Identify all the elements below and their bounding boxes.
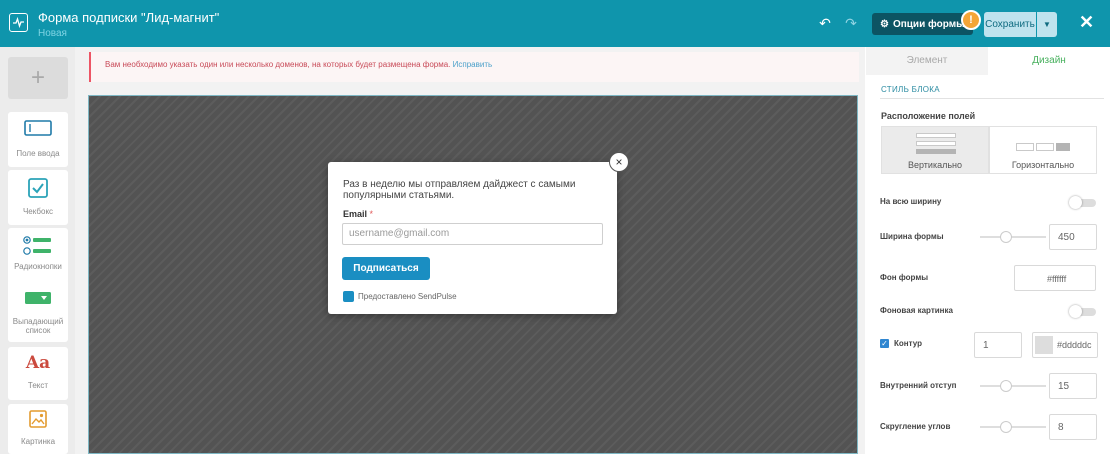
sidebar-item-image[interactable]: Картинка <box>8 404 68 454</box>
sidebar-item-input[interactable]: Поле ввода <box>8 112 68 167</box>
section-title: СТИЛЬ БЛОКА <box>881 85 940 94</box>
sidebar-item-radio[interactable]: Радиокнопки <box>8 228 68 283</box>
contour-color-value: #dddddc <box>1057 340 1092 350</box>
undo-icon[interactable]: ↶ <box>816 14 834 32</box>
full-width-label: На всю ширину <box>880 197 942 206</box>
sidebar-item-text[interactable]: Aa Текст <box>8 347 68 400</box>
email-label-text: Email <box>343 209 368 219</box>
save-dropdown-chevron-icon[interactable]: ▼ <box>1037 12 1057 37</box>
image-icon <box>29 410 47 428</box>
text-icon: Aa <box>25 353 51 373</box>
tab-design[interactable]: Дизайн <box>988 47 1110 75</box>
settings-panel: Элемент Дизайн СТИЛЬ БЛОКА Расположение … <box>866 47 1110 454</box>
gear-icon: ⚙ <box>880 18 889 30</box>
powered-by: Предоставлено SendPulse <box>343 291 457 302</box>
form-width-label: Ширина формы <box>880 232 944 241</box>
full-width-toggle[interactable] <box>1069 196 1096 209</box>
form-width-input[interactable]: 450 <box>1049 224 1097 250</box>
radius-slider[interactable] <box>980 421 1046 433</box>
sidebar-item-dropdown[interactable]: Выпадающий список <box>8 279 68 342</box>
sidebar-item-label: Чекбокс <box>22 207 54 216</box>
radius-input[interactable]: 8 <box>1049 414 1097 440</box>
layout-vertical-label: Вертикально <box>907 160 963 170</box>
vertical-layout-icon <box>916 133 956 138</box>
form-options-label: Опции формы <box>892 18 965 30</box>
form-options-button[interactable]: ⚙ Опции формы <box>872 13 973 35</box>
contour-swatch <box>1035 336 1053 354</box>
dropdown-icon <box>25 292 51 304</box>
form-close-icon[interactable]: × <box>609 152 629 172</box>
warning-icon[interactable]: ! <box>961 10 981 30</box>
sidebar-item-label: Радиокнопки <box>14 262 62 271</box>
radio-icon <box>23 236 51 255</box>
add-element-button[interactable]: + <box>8 57 68 99</box>
horizontal-layout-bar <box>1036 143 1054 151</box>
form-bg-swatch <box>1018 269 1036 287</box>
contour-color-input[interactable]: #dddddc <box>1032 332 1098 358</box>
layout-horizontal-option[interactable]: Горизонтально <box>989 126 1097 174</box>
padding-label: Внутренний отступ <box>880 381 957 390</box>
fix-link[interactable]: Исправить <box>453 60 493 69</box>
padding-input[interactable]: 15 <box>1049 373 1097 399</box>
sidebar-item-label: Выпадающий список <box>12 317 64 335</box>
notice-text: Вам необходимо указать один или нескольк… <box>105 60 451 69</box>
required-mark: * <box>369 209 374 219</box>
padding-slider[interactable] <box>980 380 1046 392</box>
checkbox-icon <box>28 178 48 198</box>
form-description[interactable]: Раз в неделю мы отправляем дайджест с са… <box>343 179 605 201</box>
sidebar-item-label: Картинка <box>20 437 56 446</box>
horizontal-layout-icon <box>1016 143 1034 151</box>
sidebar-item-label: Текст <box>27 381 49 390</box>
radius-label: Скругление углов <box>880 422 951 431</box>
form-title: Форма подписки "Лид-магнит" <box>38 10 220 25</box>
top-bar: Форма подписки "Лид-магнит" Новая ↶ ↷ ⚙ … <box>0 0 1110 47</box>
subscribe-button[interactable]: Подписаться <box>342 257 430 280</box>
email-input[interactable]: username@gmail.com <box>342 223 603 245</box>
contour-label: Контур <box>894 339 922 348</box>
sendpulse-small-logo-icon <box>343 291 354 302</box>
bg-image-label: Фоновая картинка <box>880 306 953 315</box>
sidebar-item-label: Поле ввода <box>16 149 60 158</box>
input-field-icon <box>24 120 52 136</box>
element-sidebar: + Поле ввода Чекбокс Радиокнопки Выпадаю… <box>0 47 75 454</box>
form-bg-value: #ffffff <box>1047 274 1067 284</box>
layout-label: Расположение полей <box>881 111 976 121</box>
tab-element[interactable]: Элемент <box>866 47 988 75</box>
form-bg-label: Фон формы <box>880 273 929 282</box>
vertical-layout-bar <box>916 141 956 146</box>
contour-width-input[interactable]: 1 <box>974 332 1022 358</box>
layout-horizontal-label: Горизонтально <box>1011 160 1075 170</box>
contour-checkbox[interactable]: ✓ <box>880 339 889 348</box>
form-width-slider[interactable] <box>980 231 1046 243</box>
sidebar-item-checkbox[interactable]: Чекбокс <box>8 170 68 225</box>
layout-vertical-option[interactable]: Вертикально <box>881 126 989 174</box>
vertical-layout-bar <box>916 149 956 154</box>
form-bg-color-input[interactable]: #ffffff <box>1014 265 1096 291</box>
email-label[interactable]: Email * <box>343 209 373 219</box>
section-divider <box>880 98 1104 99</box>
form-status: Новая <box>38 28 67 39</box>
horizontal-layout-bar <box>1056 143 1070 151</box>
save-button[interactable]: Сохранить <box>984 12 1036 37</box>
sendpulse-logo-icon <box>9 13 28 32</box>
bg-image-toggle[interactable] <box>1069 305 1096 318</box>
domain-warning-notice: Вам необходимо указать один или нескольк… <box>89 52 859 82</box>
redo-icon[interactable]: ↷ <box>842 14 860 32</box>
close-editor-icon[interactable]: ✕ <box>1079 12 1094 33</box>
powered-by-text: Предоставлено SendPulse <box>358 292 457 301</box>
